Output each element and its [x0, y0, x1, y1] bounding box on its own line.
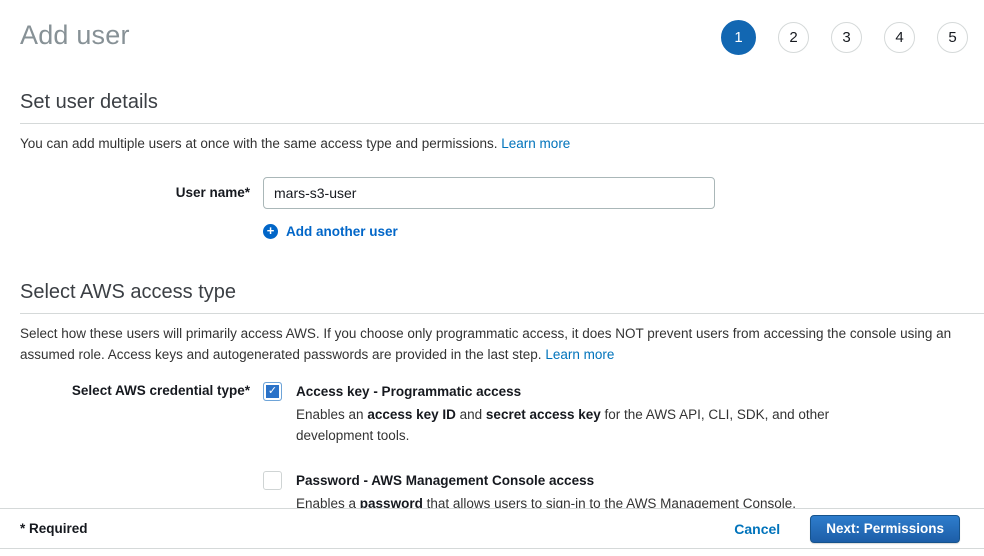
step-number: 3	[842, 29, 850, 46]
wizard-step-1: 1	[721, 20, 756, 55]
next-permissions-button[interactable]: Next: Permissions	[810, 515, 960, 543]
page-title: Add user	[20, 18, 130, 51]
desc-bold: secret access key	[486, 407, 601, 422]
access-key-checkbox[interactable]: ✓	[263, 382, 282, 401]
section-heading-user-details: Set user details	[20, 91, 964, 123]
wizard-step-5: 5	[937, 22, 968, 53]
username-input[interactable]	[263, 177, 715, 209]
intro-text: Select how these users will primarily ac…	[20, 326, 951, 362]
cancel-button[interactable]: Cancel	[734, 521, 780, 537]
username-label: User name*	[20, 177, 250, 200]
step-number: 2	[789, 29, 797, 46]
plus-circle-icon: +	[263, 224, 278, 239]
username-form-row: User name*	[20, 177, 964, 209]
option-access-key: ✓ Access key - Programmatic access Enabl…	[263, 382, 836, 447]
step-number: 4	[895, 29, 903, 46]
check-icon: ✓	[266, 385, 279, 398]
user-details-intro: You can add multiple users at once with …	[20, 134, 964, 155]
desc-bold: access key ID	[367, 407, 456, 422]
password-option-title[interactable]: Password - AWS Management Console access	[296, 471, 796, 488]
wizard-step-2: 2	[778, 22, 809, 53]
wizard-footer: * Required Cancel Next: Permissions	[0, 508, 984, 549]
section-divider	[20, 123, 984, 124]
section-divider	[20, 313, 984, 314]
desc-text: Enables an	[296, 407, 367, 422]
access-type-intro: Select how these users will primarily ac…	[20, 324, 964, 366]
password-checkbox[interactable]	[263, 471, 282, 490]
credential-type-row: Select AWS credential type* ✓ Access key…	[20, 382, 964, 515]
access-key-option-title[interactable]: Access key - Programmatic access	[296, 382, 836, 399]
credential-type-label: Select AWS credential type*	[20, 382, 250, 398]
learn-more-link-access-type[interactable]: Learn more	[545, 347, 614, 362]
required-note: * Required	[20, 521, 88, 536]
add-another-user-link[interactable]: Add another user	[286, 224, 398, 239]
desc-text: and	[456, 407, 486, 422]
add-another-user-row: + Add another user	[263, 224, 964, 239]
wizard-step-3: 3	[831, 22, 862, 53]
footer-actions: Cancel Next: Permissions	[734, 515, 960, 543]
username-control	[263, 177, 715, 209]
step-number: 5	[948, 29, 956, 46]
intro-text: You can add multiple users at once with …	[20, 136, 498, 151]
credential-options: ✓ Access key - Programmatic access Enabl…	[263, 382, 836, 515]
access-key-option-desc: Enables an access key ID and secret acce…	[296, 404, 836, 447]
option-body: Access key - Programmatic access Enables…	[296, 382, 836, 447]
wizard-step-4: 4	[884, 22, 915, 53]
main-content: Set user details You can add multiple us…	[0, 91, 984, 515]
add-user-page: Add user 1 2 3 4 5 Set user details You …	[0, 0, 984, 556]
wizard-step-indicator: 1 2 3 4 5	[721, 18, 968, 55]
page-header: Add user 1 2 3 4 5	[0, 0, 984, 55]
learn-more-link-user-details[interactable]: Learn more	[501, 136, 570, 151]
section-heading-access-type: Select AWS access type	[20, 281, 964, 313]
step-number: 1	[734, 29, 742, 46]
